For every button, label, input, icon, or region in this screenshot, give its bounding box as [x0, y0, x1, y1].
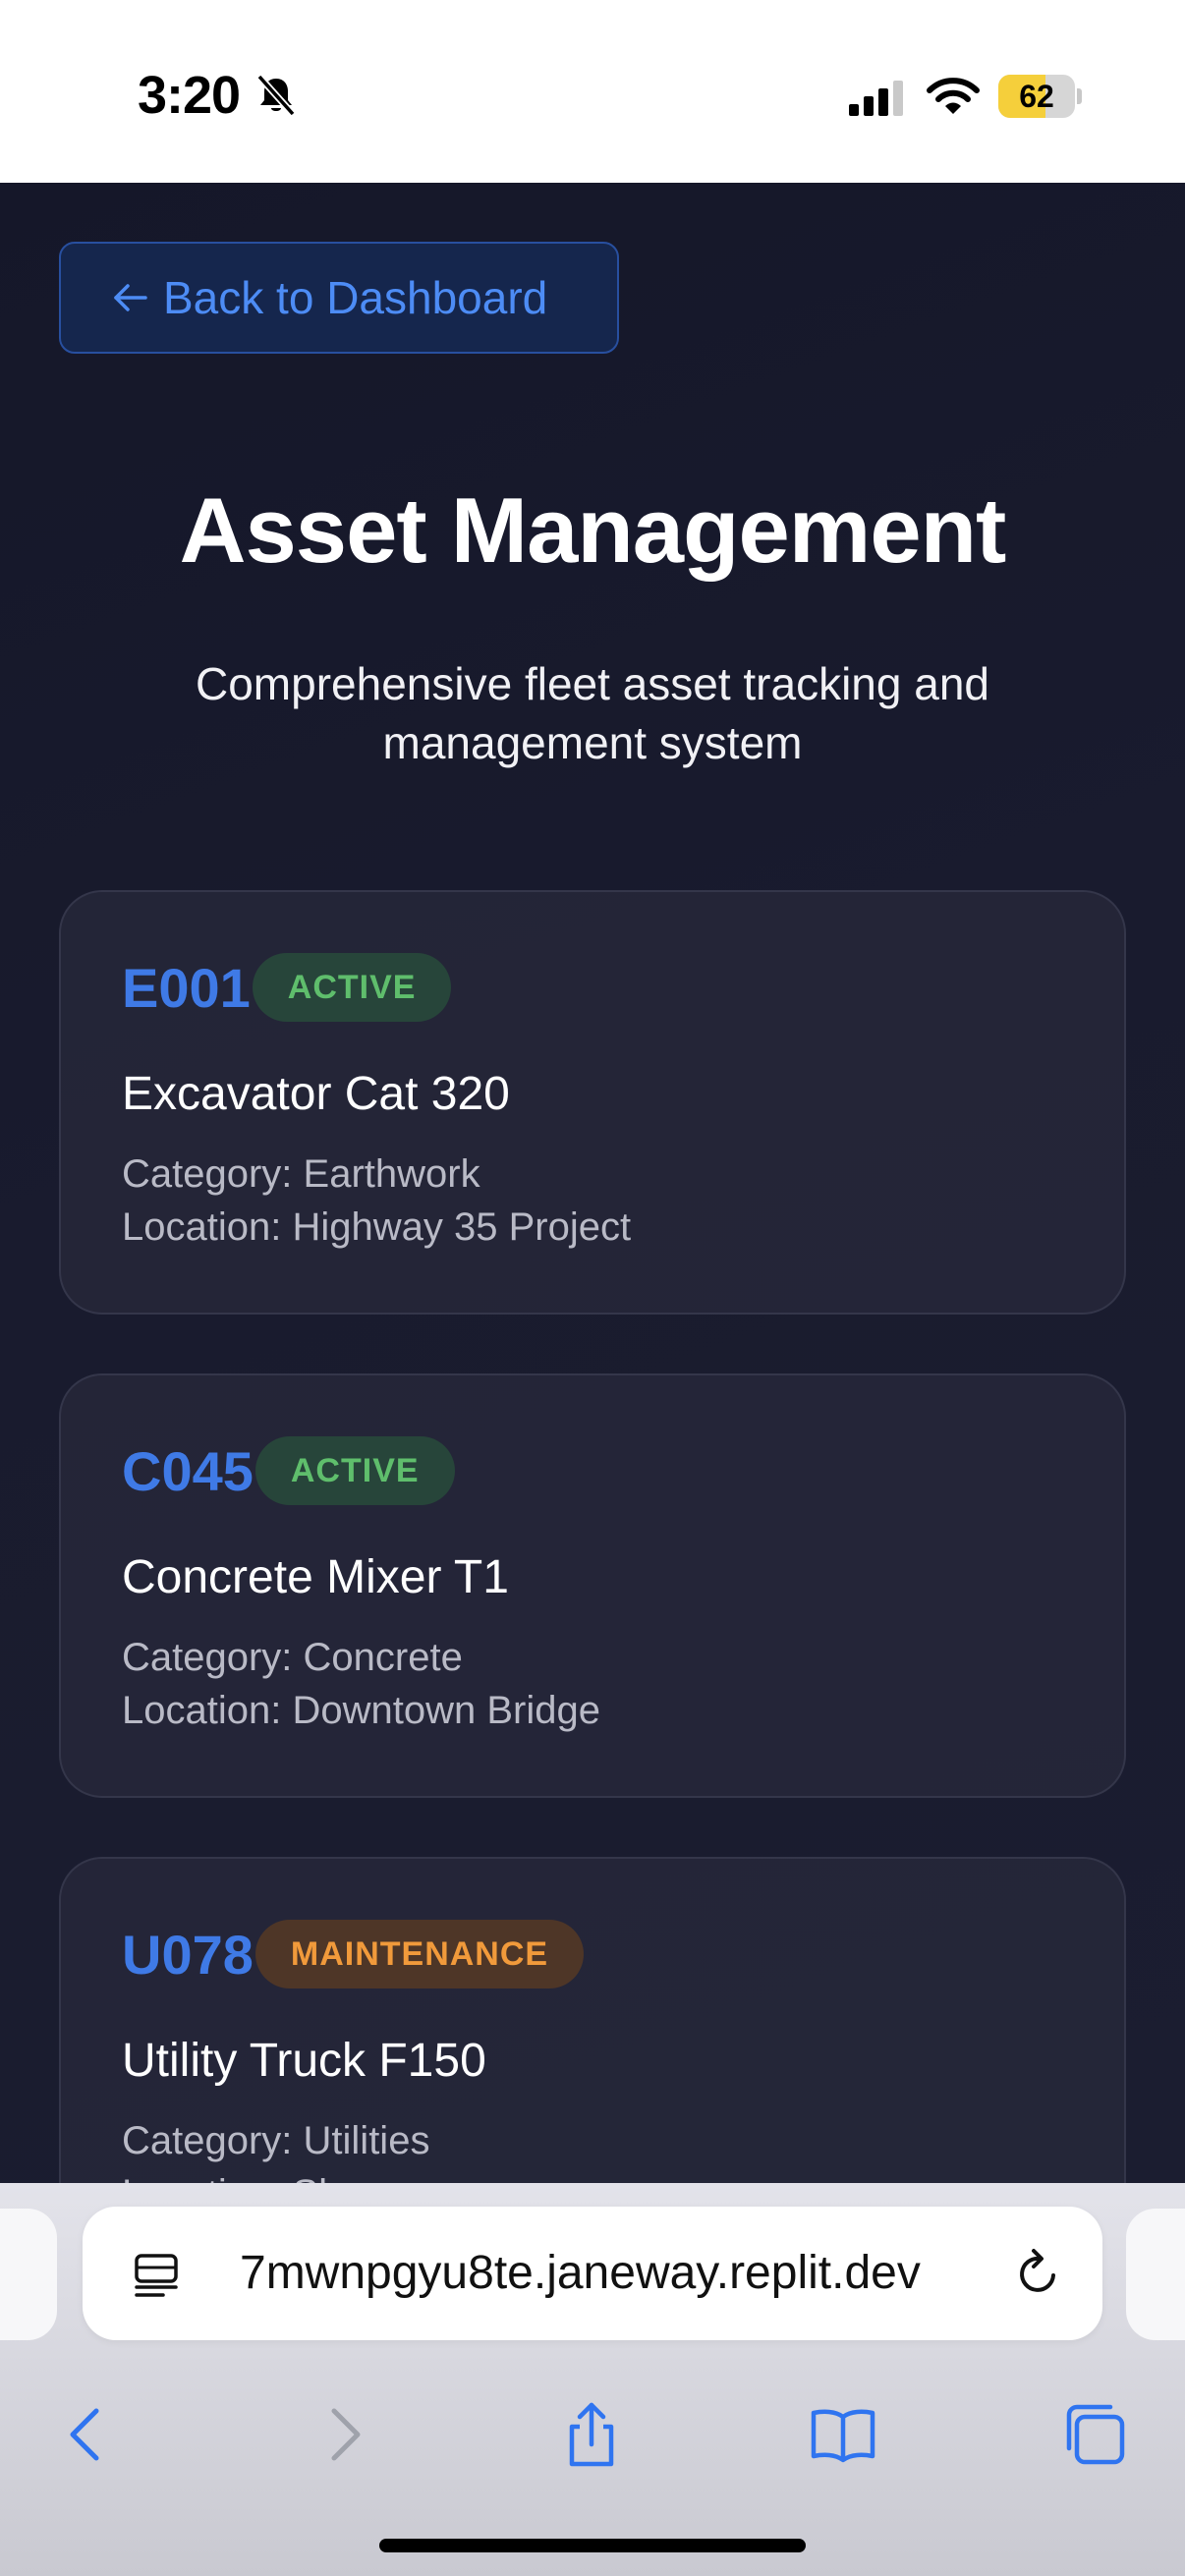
status-bar: 3:20 62: [0, 0, 1185, 183]
battery-icon: 62: [998, 75, 1082, 118]
asset-location: Location: Sh: [122, 2167, 429, 2183]
asset-id: U078: [122, 1923, 254, 1986]
asset-card[interactable]: C045 ACTIVE Concrete Mixer T1 Category: …: [59, 1373, 1126, 1798]
tabs-icon[interactable]: [1059, 2399, 1130, 2470]
next-tab-preview[interactable]: [1126, 2209, 1185, 2340]
home-indicator[interactable]: [379, 2539, 806, 2552]
page-title: Asset Management: [179, 478, 1007, 582]
bell-slash-icon: [256, 74, 296, 117]
asset-category: Category: Utilities: [122, 2119, 430, 2162]
asset-card-header: C045 ACTIVE: [122, 1436, 455, 1505]
reload-icon[interactable]: [1010, 2246, 1065, 2301]
asset-id: E001: [122, 956, 251, 1019]
asset-name: Concrete Mixer T1: [122, 1551, 509, 1603]
asset-category: Category: Earthwork: [122, 1152, 480, 1196]
cellular-signal-icon: [849, 81, 903, 116]
battery-body: 62: [998, 75, 1075, 118]
asset-card[interactable]: U078 MAINTENANCE Utility Truck F150 Cate…: [59, 1857, 1126, 2183]
battery-cap: [1077, 88, 1082, 104]
back-icon[interactable]: [51, 2399, 122, 2470]
wifi-icon: [927, 78, 980, 114]
browser-nav-row: [0, 2370, 1185, 2497]
forward-icon[interactable]: [309, 2399, 379, 2470]
asset-name: Utility Truck F150: [122, 2035, 486, 2087]
share-icon[interactable]: [556, 2399, 627, 2470]
url-text[interactable]: 7mwnpgyu8te.janeway.replit.dev: [240, 2246, 1065, 2301]
app-content: Back to Dashboard Asset Management Compr…: [0, 183, 1185, 2183]
status-time: 3:20: [138, 66, 241, 125]
address-bar[interactable]: 7mwnpgyu8te.janeway.replit.dev: [83, 2207, 1102, 2340]
status-badge: MAINTENANCE: [254, 1920, 585, 1988]
asset-card-header: E001 ACTIVE: [122, 953, 452, 1022]
browser-toolbar: 7mwnpgyu8te.janeway.replit.dev: [0, 2183, 1185, 2576]
bookmarks-icon[interactable]: [808, 2399, 878, 2470]
asset-category: Category: Concrete: [122, 1636, 463, 1679]
back-to-dashboard-button[interactable]: Back to Dashboard: [59, 242, 619, 354]
asset-location: Location: Highway 35 Project: [122, 1205, 632, 1249]
asset-card[interactable]: E001 ACTIVE Excavator Cat 320 Category: …: [59, 890, 1126, 1315]
asset-meta: Category: Utilities Location: Sh: [122, 2114, 429, 2183]
page-subtitle: Comprehensive fleet asset tracking and m…: [196, 658, 989, 768]
asset-meta: Category: Earthwork Location: Highway 35…: [122, 1148, 631, 1254]
asset-meta: Category: Concrete Location: Downtown Br…: [122, 1631, 600, 1737]
status-badge: ACTIVE: [254, 1436, 455, 1505]
page-menu-icon[interactable]: [132, 2250, 181, 2299]
previous-tab-preview[interactable]: [0, 2209, 57, 2340]
asset-card-header: U078 MAINTENANCE: [122, 1920, 585, 1988]
back-button-label: Back to Dashboard: [163, 272, 548, 323]
asset-id: C045: [122, 1439, 254, 1502]
status-badge: ACTIVE: [252, 953, 452, 1022]
asset-name: Excavator Cat 320: [122, 1068, 510, 1120]
battery-level: 62: [1019, 79, 1054, 114]
asset-location: Location: Downtown Bridge: [122, 1689, 600, 1732]
arrow-left-icon: [114, 284, 147, 311]
